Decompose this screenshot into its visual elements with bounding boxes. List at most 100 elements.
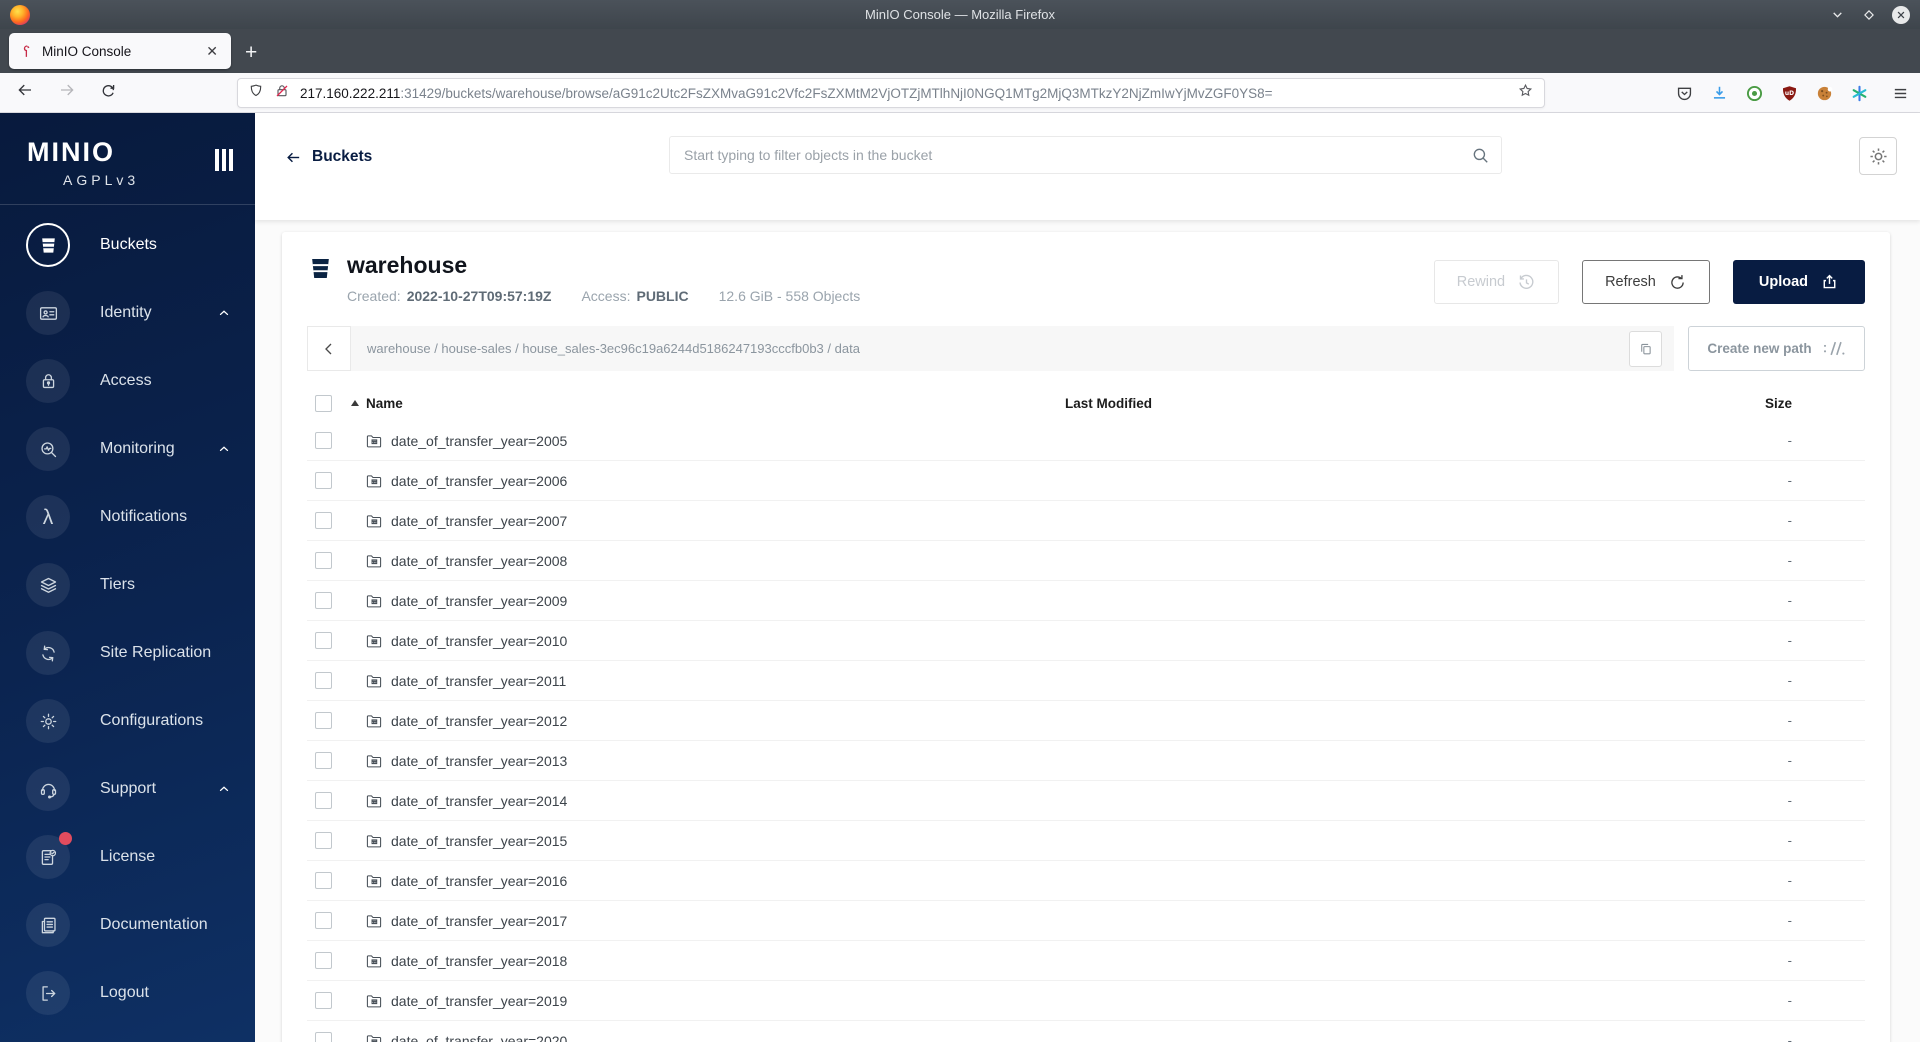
row-checkbox[interactable] (315, 872, 332, 889)
chevron-up-icon (217, 442, 231, 456)
sidebar-item-identity[interactable]: Identity (0, 279, 255, 347)
row-checkbox[interactable] (315, 672, 332, 689)
create-new-path-button[interactable]: Create new path (1688, 326, 1865, 371)
table-row[interactable]: date_of_transfer_year=2005 - (307, 421, 1865, 461)
row-checkbox[interactable] (315, 792, 332, 809)
adblock-shield-icon[interactable]: uD (1779, 83, 1799, 103)
folder-icon (365, 792, 383, 810)
sidebar-item-license[interactable]: License (0, 823, 255, 891)
window-maximize-button[interactable] (1860, 6, 1878, 24)
object-name: date_of_transfer_year=2018 (391, 952, 568, 969)
sidebar-item-label: Notifications (100, 508, 188, 525)
table-row[interactable]: date_of_transfer_year=2010 - (307, 621, 1865, 661)
sidebar-item-monitoring[interactable]: Monitoring (0, 415, 255, 483)
forward-icon[interactable] (58, 81, 76, 104)
sidebar-item-support[interactable]: Support (0, 755, 255, 823)
row-checkbox[interactable] (315, 472, 332, 489)
folder-icon (365, 872, 383, 890)
row-checkbox[interactable] (315, 592, 332, 609)
sort-asc-icon[interactable] (351, 400, 359, 406)
folder-icon (365, 552, 383, 570)
table-row[interactable]: date_of_transfer_year=2020 - (307, 1021, 1865, 1042)
browse-bar: warehouse / house-sales / house_sales-3e… (307, 326, 1865, 371)
sidebar-item-notifications[interactable]: λ Notifications (0, 483, 255, 551)
object-size: - (1787, 793, 1792, 808)
cookie-extension-icon[interactable] (1814, 83, 1834, 103)
refresh-button[interactable]: Refresh (1582, 260, 1710, 304)
url-bar[interactable]: 217.160.222.211:31429/buckets/warehouse/… (237, 78, 1545, 108)
back-icon[interactable] (16, 81, 34, 104)
row-checkbox[interactable] (315, 1032, 332, 1042)
row-checkbox[interactable] (315, 552, 332, 569)
window-title: MinIO Console — Mozilla Firefox (865, 7, 1055, 22)
search-input[interactable] (669, 136, 1502, 174)
sidebar-collapse-icon[interactable] (215, 149, 233, 171)
sidebar-item-buckets[interactable]: Buckets (0, 211, 255, 279)
broken-lock-icon[interactable] (274, 83, 290, 104)
table-row[interactable]: date_of_transfer_year=2007 - (307, 501, 1865, 541)
row-checkbox[interactable] (315, 952, 332, 969)
download-icon[interactable] (1709, 83, 1729, 103)
rewind-icon (1519, 274, 1534, 289)
new-tab-button[interactable]: + (245, 42, 257, 63)
sidebar-item-access[interactable]: Access (0, 347, 255, 415)
shield-icon[interactable] (248, 83, 264, 104)
sidebar-item-tiers[interactable]: Tiers (0, 551, 255, 619)
license-icon (26, 832, 72, 879)
row-checkbox[interactable] (315, 432, 332, 449)
table-row[interactable]: date_of_transfer_year=2017 - (307, 901, 1865, 941)
column-size[interactable]: Size (1681, 396, 1865, 411)
pocket-icon[interactable] (1674, 83, 1694, 103)
table-row[interactable]: date_of_transfer_year=2018 - (307, 941, 1865, 981)
settings-button[interactable] (1859, 137, 1897, 175)
menu-icon[interactable] (1890, 83, 1910, 103)
upload-button[interactable]: Upload (1732, 260, 1865, 304)
column-name[interactable]: Name (366, 396, 403, 411)
table-row[interactable]: date_of_transfer_year=2006 - (307, 461, 1865, 501)
table-row[interactable]: date_of_transfer_year=2014 - (307, 781, 1865, 821)
sidebar-item-logout[interactable]: Logout (0, 959, 255, 1027)
object-size: - (1787, 713, 1792, 728)
browser-tab[interactable]: MinIO Console ✕ (9, 33, 231, 69)
table-row[interactable]: date_of_transfer_year=2016 - (307, 861, 1865, 901)
created-label: Created: (347, 288, 401, 304)
row-checkbox[interactable] (315, 992, 332, 1009)
folder-icon (365, 472, 383, 490)
back-to-buckets-link[interactable]: Buckets (285, 148, 372, 166)
minio-favicon-icon (23, 44, 30, 57)
privacy-extension-icon[interactable] (1744, 83, 1764, 103)
sidebar-item-documentation[interactable]: Documentation (0, 891, 255, 959)
page-header: Buckets (255, 113, 1920, 220)
row-checkbox[interactable] (315, 712, 332, 729)
table-row[interactable]: date_of_transfer_year=2012 - (307, 701, 1865, 741)
table-row[interactable]: date_of_transfer_year=2011 - (307, 661, 1865, 701)
bookmark-star-icon[interactable] (1517, 82, 1534, 104)
row-checkbox[interactable] (315, 832, 332, 849)
gear-icon (26, 699, 70, 743)
row-checkbox[interactable] (315, 752, 332, 769)
reload-icon[interactable] (100, 82, 117, 104)
sidebar-item-site-replication[interactable]: Site Replication (0, 619, 255, 687)
row-checkbox[interactable] (315, 632, 332, 649)
tab-close-icon[interactable]: ✕ (201, 41, 223, 62)
chevron-up-icon (217, 782, 231, 796)
table-row[interactable]: date_of_transfer_year=2009 - (307, 581, 1865, 621)
row-checkbox[interactable] (315, 912, 332, 929)
select-all-checkbox[interactable] (315, 394, 332, 412)
breadcrumb-back-button[interactable] (307, 326, 351, 371)
table-row[interactable]: date_of_transfer_year=2019 - (307, 981, 1865, 1021)
rewind-button[interactable]: Rewind (1433, 260, 1560, 304)
sidebar-item-configurations[interactable]: Configurations (0, 687, 255, 755)
column-last-modified[interactable]: Last Modified (1041, 396, 1681, 411)
copy-path-button[interactable] (1629, 330, 1662, 367)
table-row[interactable]: date_of_transfer_year=2013 - (307, 741, 1865, 781)
table-row[interactable]: date_of_transfer_year=2008 - (307, 541, 1865, 581)
window-close-button[interactable] (1892, 5, 1910, 24)
row-checkbox[interactable] (315, 512, 332, 529)
object-size: - (1787, 953, 1792, 968)
object-name: date_of_transfer_year=2009 (391, 592, 568, 609)
table-row[interactable]: date_of_transfer_year=2015 - (307, 821, 1865, 861)
extensions-asterisk-icon[interactable] (1849, 83, 1869, 103)
chevron-up-icon (217, 306, 231, 320)
window-minimize-button[interactable] (1828, 6, 1846, 24)
